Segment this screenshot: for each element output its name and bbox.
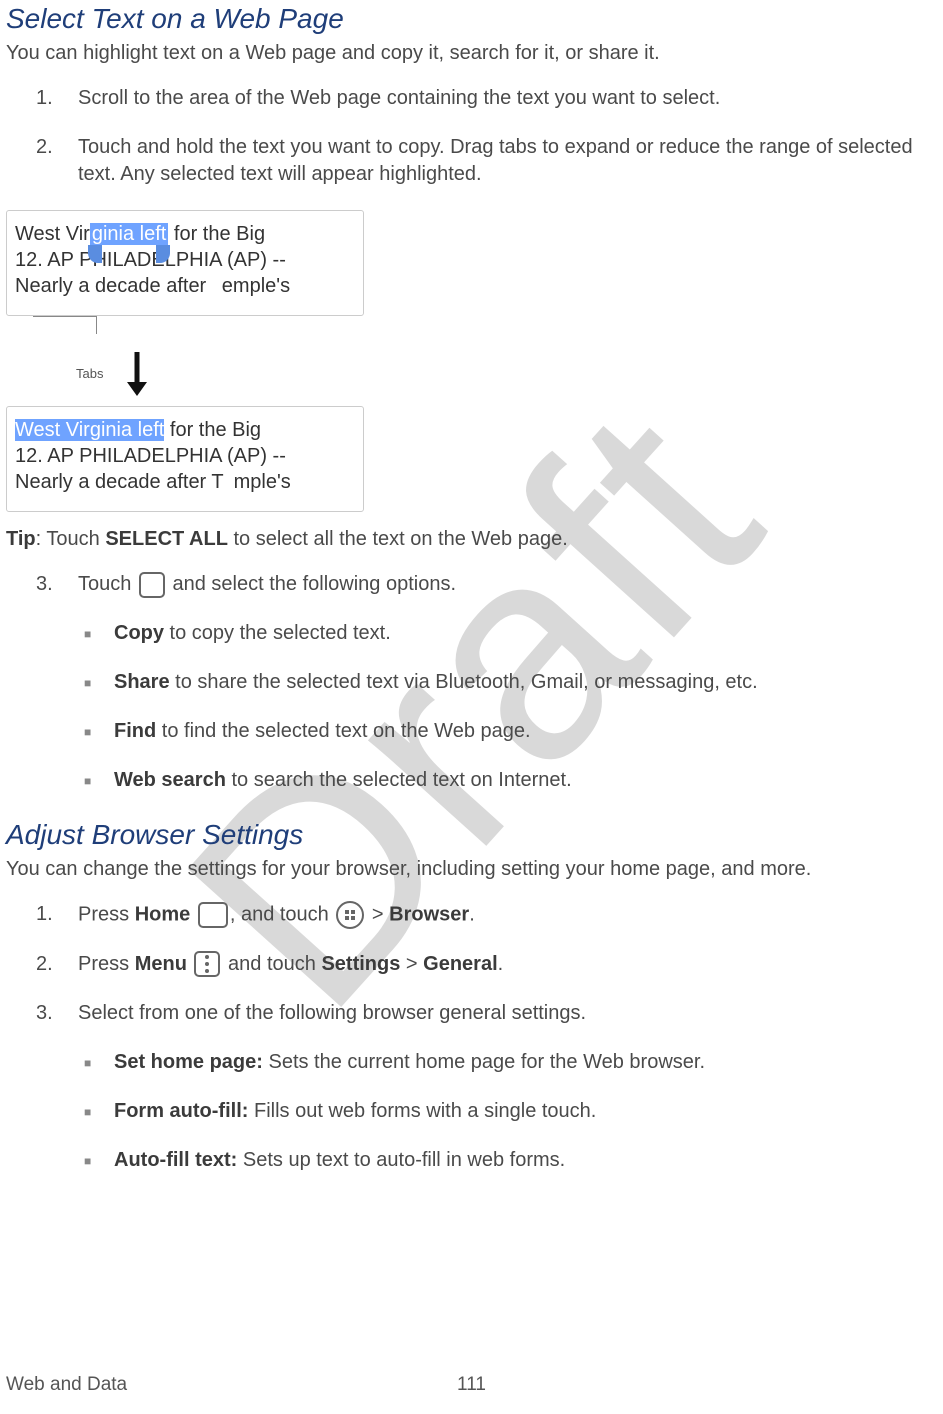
tip-label: Tip xyxy=(6,528,36,550)
bopt-home-bold: Set home page: xyxy=(114,1051,263,1073)
opt-web-text: to search the selected text on Internet. xyxy=(226,769,572,791)
tip-post: to select all the text on the Web page. xyxy=(228,528,568,550)
step-3: 3. Touch and select the following option… xyxy=(36,571,937,598)
bs1-b: , and touch xyxy=(230,903,335,925)
bs2-general: General xyxy=(423,953,497,975)
bullet-icon: ■ xyxy=(84,1049,114,1076)
footer-page: 111 xyxy=(457,1372,486,1398)
bopt-form-bold: Form auto-fill: xyxy=(114,1100,248,1122)
opt-find: ■Find to find the selected text on the W… xyxy=(84,718,937,745)
b-step-1-num: 1. xyxy=(36,901,78,929)
bs1-home: Home xyxy=(135,903,191,925)
intro-select-text: You can highlight text on a Web page and… xyxy=(6,40,937,67)
bs2-d: . xyxy=(498,953,504,975)
bs2-a: Press xyxy=(78,953,135,975)
step-3-num: 3. xyxy=(36,571,78,598)
bullet-icon: ■ xyxy=(84,669,114,696)
step-2-num: 2. xyxy=(36,134,78,188)
b-step-1: 1. Press Home , and touch > Browser. xyxy=(36,901,937,929)
options-icon xyxy=(139,572,165,598)
bullet-icon: ■ xyxy=(84,1147,114,1174)
bs2-settings: Settings xyxy=(321,953,400,975)
bullet-icon: ■ xyxy=(84,767,114,794)
page-content: Select Text on a Web Page You can highli… xyxy=(6,0,937,1174)
bopt-home: ■Set home page: Sets the current home pa… xyxy=(84,1049,937,1076)
b-step-2-body: Press Menu and touch Settings > General. xyxy=(78,951,937,978)
heading-adjust-browser: Adjust Browser Settings xyxy=(6,816,937,854)
fig2-l3b: mple's xyxy=(234,471,291,493)
figure-connector xyxy=(96,316,364,334)
opt-share: ■Share to share the selected text via Bl… xyxy=(84,669,937,696)
menu-icon xyxy=(194,951,220,977)
step-1-num: 1. xyxy=(36,85,78,112)
home-icon xyxy=(198,902,228,928)
fig2-l1b: for the Big xyxy=(164,419,261,441)
step-2-text: Touch and hold the text you want to copy… xyxy=(78,134,937,188)
tip-pre: : Touch xyxy=(36,528,106,550)
bopt-auto-text: Sets up text to auto-fill in web forms. xyxy=(237,1149,565,1171)
bs1-browser: Browser xyxy=(389,903,469,925)
opt-copy-text: to copy the selected text. xyxy=(164,622,391,644)
bullet-icon: ■ xyxy=(84,1098,114,1125)
bullet-icon: ■ xyxy=(84,620,114,647)
opt-share-text: to share the selected text via Bluetooth… xyxy=(170,671,758,693)
step-3-post: and select the following options. xyxy=(173,573,457,595)
bs1-a: Press xyxy=(78,903,135,925)
step-3-body: Touch and select the following options. xyxy=(78,571,937,598)
b-step-2-num: 2. xyxy=(36,951,78,978)
step-2: 2. Touch and hold the text you want to c… xyxy=(36,134,937,188)
apps-icon xyxy=(336,901,364,929)
text-selection-figure: West Virginia left for the Big 12. AP PH… xyxy=(6,210,364,512)
fig2-l2: 12. AP PHILADELPHIA (AP) -- xyxy=(15,443,355,469)
step-1-text: Scroll to the area of the Web page conta… xyxy=(78,85,937,112)
b-step-3-text: Select from one of the following browser… xyxy=(78,1000,937,1027)
tabs-label: Tabs xyxy=(76,365,116,383)
step-1: 1. Scroll to the area of the Web page co… xyxy=(36,85,937,112)
bs1-c: > xyxy=(372,903,389,925)
b-step-3-num: 3. xyxy=(36,1000,78,1027)
figure-panel-before: West Virginia left for the Big 12. AP PH… xyxy=(6,210,364,316)
bs1-d: . xyxy=(469,903,475,925)
fig1-l1b: for the Big xyxy=(168,223,265,245)
opt-find-bold: Find xyxy=(114,720,156,742)
fig1-l1a: West Vir xyxy=(15,223,90,245)
opt-find-text: to find the selected text on the Web pag… xyxy=(156,720,530,742)
b-step-1-body: Press Home , and touch > Browser. xyxy=(78,901,937,929)
step-3-pre: Touch xyxy=(78,573,137,595)
fig1-highlight: ginia left xyxy=(90,223,169,245)
fig2-l3a: Nearly a decade after T xyxy=(15,471,224,493)
fig1-l3b: emple's xyxy=(222,275,290,297)
opt-web-bold: Web search xyxy=(114,769,226,791)
bopt-home-text: Sets the current home page for the Web b… xyxy=(263,1051,705,1073)
tip-bold: SELECT ALL xyxy=(105,528,228,550)
heading-select-text: Select Text on a Web Page xyxy=(6,0,937,38)
b-step-2: 2. Press Menu and touch Settings > Gener… xyxy=(36,951,937,978)
opt-copy-bold: Copy xyxy=(114,622,164,644)
bopt-auto: ■Auto-fill text: Sets up text to auto-fi… xyxy=(84,1147,937,1174)
fig1-l2: 12. AP PHILADELPHIA (AP) -- xyxy=(15,247,355,273)
bopt-form: ■Form auto-fill: Fills out web forms wit… xyxy=(84,1098,937,1125)
fig2-l1a: West Virginia left xyxy=(15,419,164,441)
opt-copy: ■Copy to copy the selected text. xyxy=(84,620,937,647)
opt-share-bold: Share xyxy=(114,671,170,693)
fig1-l3a: Nearly a decade after xyxy=(15,275,212,297)
page-footer: Web and Data 111 xyxy=(6,1372,937,1398)
bopt-auto-bold: Auto-fill text: xyxy=(114,1149,237,1171)
bs2-c: > xyxy=(400,953,423,975)
b-step-3: 3. Select from one of the following brow… xyxy=(36,1000,937,1027)
intro-adjust-browser: You can change the settings for your bro… xyxy=(6,856,937,883)
figure-panel-after: West Virginia left for the Big 12. AP PH… xyxy=(6,406,364,512)
figure-arrow-row: Tabs xyxy=(6,334,364,406)
bullet-icon: ■ xyxy=(84,718,114,745)
opt-web: ■Web search to search the selected text … xyxy=(84,767,937,794)
tip-line: Tip: Touch SELECT ALL to select all the … xyxy=(6,526,937,553)
bs2-b: and touch xyxy=(228,953,321,975)
bopt-form-text: Fills out web forms with a single touch. xyxy=(248,1100,596,1122)
arrow-down-icon xyxy=(124,350,150,398)
bs2-menu: Menu xyxy=(135,953,187,975)
